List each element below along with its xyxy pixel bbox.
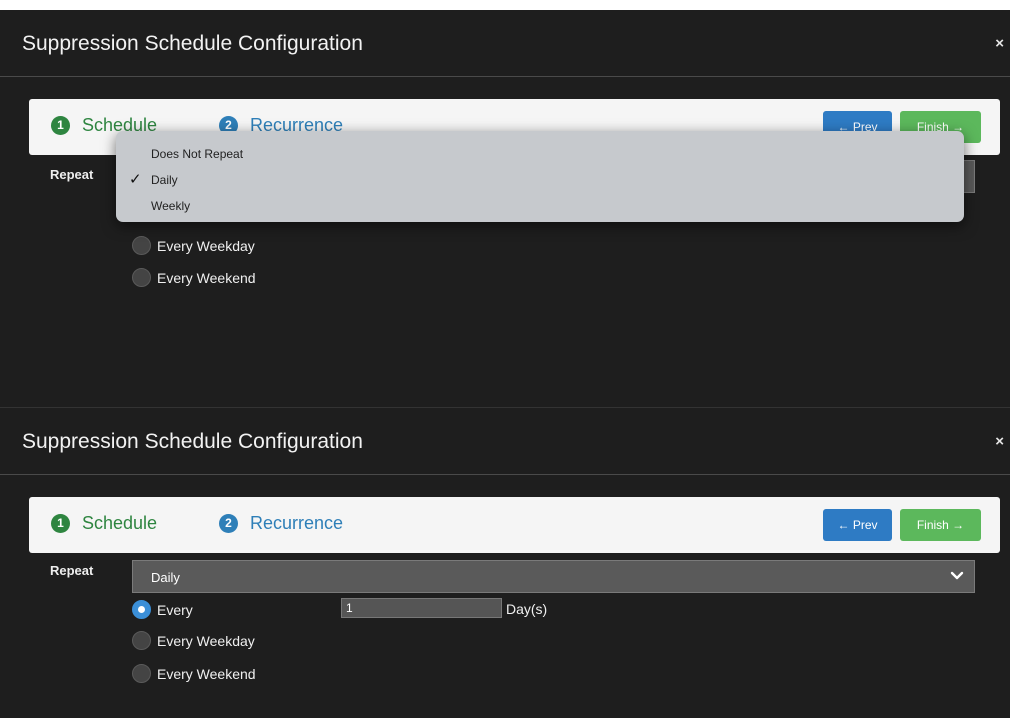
menu-item-daily[interactable]: ✓ Daily: [129, 171, 178, 188]
radio-button[interactable]: [132, 664, 151, 683]
radio-every-weekend[interactable]: Every Weekend: [132, 664, 256, 683]
prev-button[interactable]: ← Prev: [823, 509, 892, 541]
finish-button[interactable]: Finish →: [900, 509, 981, 541]
radio-every[interactable]: Every: [132, 600, 193, 619]
days-unit-label: Day(s): [506, 601, 548, 617]
close-icon[interactable]: ×: [995, 35, 1004, 52]
menu-item-weekly[interactable]: Weekly: [151, 199, 190, 213]
radio-every-weekend[interactable]: Every Weekend: [132, 268, 256, 287]
dialog-daily-selected: Suppression Schedule Configuration × 1 S…: [0, 407, 1010, 718]
wizard-steps: 1 Schedule 2 Recurrence ← Prev Finish →: [29, 497, 1000, 553]
step-recurrence[interactable]: 2 Recurrence: [219, 513, 343, 534]
every-days-input[interactable]: [341, 598, 502, 618]
dialog-header: Suppression Schedule Configuration ×: [0, 408, 1010, 475]
step-number: 1: [51, 514, 70, 533]
radio-button[interactable]: [132, 631, 151, 650]
step-label: Schedule: [82, 513, 158, 533]
radio-every-weekday[interactable]: Every Weekday: [132, 631, 255, 650]
dialog-header: Suppression Schedule Configuration ×: [0, 10, 1010, 77]
step-number: 2: [219, 514, 238, 533]
radio-button[interactable]: [132, 268, 151, 287]
repeat-dropdown-menu: Does Not Repeat ✓ Daily Weekly: [116, 131, 964, 222]
menu-item-does-not-repeat[interactable]: Does Not Repeat: [151, 147, 243, 161]
step-label: Recurrence: [250, 513, 344, 533]
radio-every-weekday[interactable]: Every Weekday: [132, 236, 255, 255]
radio-label: Every Weekday: [157, 237, 255, 254]
repeat-select[interactable]: Daily: [132, 560, 975, 593]
repeat-label: Repeat: [50, 563, 94, 578]
radio-button[interactable]: [132, 236, 151, 255]
dialog-title: Suppression Schedule Configuration: [22, 430, 363, 453]
menu-item-label: Daily: [151, 173, 178, 187]
checkmark-icon: ✓: [129, 171, 142, 188]
radio-label: Every: [157, 601, 193, 618]
repeat-label: Repeat: [50, 167, 94, 182]
chevron-down-icon: [950, 569, 964, 588]
step-schedule[interactable]: 1 Schedule: [51, 513, 157, 534]
dialog-dropdown-open: Suppression Schedule Configuration × 1 S…: [0, 10, 1010, 407]
radio-label: Every Weekend: [157, 269, 256, 286]
close-icon[interactable]: ×: [995, 433, 1004, 450]
radio-button[interactable]: [132, 600, 151, 619]
repeat-select-value: Daily: [151, 570, 180, 585]
radio-label: Every Weekend: [157, 665, 256, 682]
dialog-title: Suppression Schedule Configuration: [22, 32, 363, 55]
radio-label: Every Weekday: [157, 632, 255, 649]
step-number: 1: [51, 116, 70, 135]
